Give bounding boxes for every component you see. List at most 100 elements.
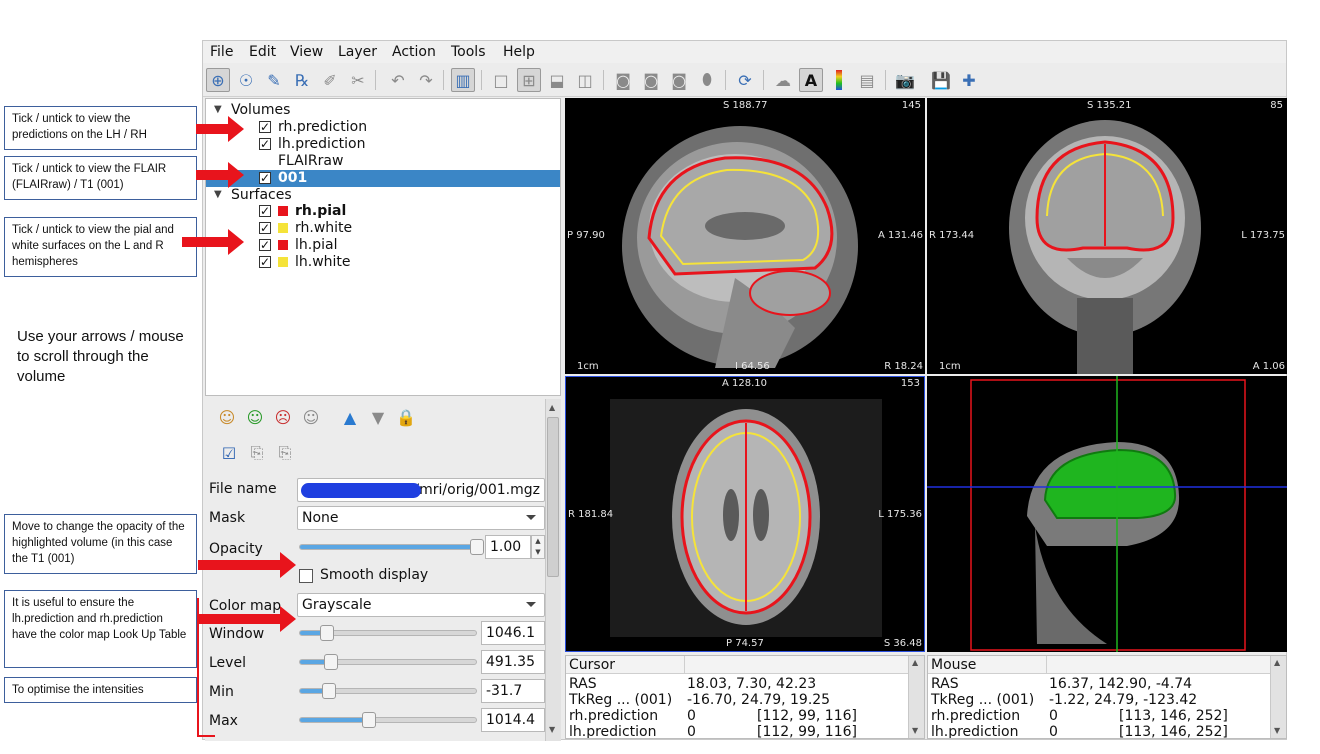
rh-pial-checkbox[interactable]: ✓ xyxy=(259,205,271,217)
level-input[interactable]: 491.35 xyxy=(481,650,545,674)
menu-help[interactable]: Help xyxy=(503,44,535,60)
lh-white-checkbox[interactable]: ✓ xyxy=(259,256,271,268)
mask-label: Mask xyxy=(209,510,246,526)
flairraw-checkbox[interactable] xyxy=(259,155,271,167)
redo-icon[interactable]: ↷ xyxy=(414,68,438,92)
lock-icon[interactable]: 🔒 xyxy=(394,405,418,429)
menu-action[interactable]: Action xyxy=(392,44,436,60)
goto-point-icon[interactable]: ✚ xyxy=(957,68,981,92)
menu-edit[interactable]: Edit xyxy=(249,44,276,60)
layout-2x2-icon[interactable]: ⊞ xyxy=(517,68,541,92)
tree-item-lh-prediction[interactable]: ✓ lh.prediction xyxy=(206,136,560,153)
window-slider-handle[interactable] xyxy=(320,625,334,641)
max-input[interactable]: 1014.4 xyxy=(481,708,545,732)
tree-item-lh-white[interactable]: ✓ lh.white xyxy=(206,254,560,271)
properties-scrollbar[interactable]: ▲ ▼ xyxy=(545,399,561,741)
tree-item-lh-pial[interactable]: ✓ lh.pial xyxy=(206,237,560,254)
menu-file[interactable]: File xyxy=(210,44,233,60)
save-volume-icon[interactable]: ☺ xyxy=(299,405,323,429)
mask-select[interactable]: None xyxy=(297,506,545,530)
contour-tool-icon[interactable]: ✂ xyxy=(346,68,370,92)
move-down-icon[interactable]: ▼ xyxy=(366,405,390,429)
point-set-edit-icon[interactable]: ✐ xyxy=(318,68,342,92)
annotation-opacity: Move to change the opacity of the highli… xyxy=(4,514,197,574)
copy-setting-icon[interactable]: ☑ xyxy=(217,441,241,465)
opacity-input[interactable]: 1.00 xyxy=(485,535,531,559)
menu-view[interactable]: View xyxy=(290,44,323,60)
3d-view-icon[interactable]: ⬮ xyxy=(695,68,719,92)
load-volume-icon[interactable]: ☺ xyxy=(215,405,239,429)
color-swatch xyxy=(278,223,288,233)
red-arrow-icon xyxy=(196,116,244,142)
tree-group-surfaces[interactable]: ▼ Surfaces xyxy=(206,187,560,204)
menu-tools[interactable]: Tools xyxy=(451,44,486,60)
cursor-info-scrollbar[interactable]: ▲ ▼ xyxy=(908,656,924,738)
brain-icon[interactable]: ☁ xyxy=(771,68,795,92)
axial-view[interactable]: A 128.10 153 R 181.84 L 175.36 P 74.57 S… xyxy=(565,376,925,652)
tree-item-rh-white[interactable]: ✓ rh.white xyxy=(206,220,560,237)
color-map-select[interactable]: Grayscale xyxy=(297,593,545,617)
file-name-field[interactable]: /mri/orig/001.mgz xyxy=(297,478,545,502)
file-name-label: File name xyxy=(209,481,277,497)
tree-item-001[interactable]: ✓ 001 xyxy=(206,170,560,187)
min-label: Min xyxy=(209,684,234,700)
view-label-top: A 128.10 xyxy=(722,378,768,389)
move-up-icon[interactable]: ▲ xyxy=(338,405,362,429)
level-slider[interactable] xyxy=(299,654,477,670)
layout-1-3-icon[interactable]: ⬓ xyxy=(545,68,569,92)
recon-edit-icon[interactable]: ✎ xyxy=(262,68,286,92)
rh-white-checkbox[interactable]: ✓ xyxy=(259,222,271,234)
new-volume-icon[interactable]: ☺ xyxy=(243,405,267,429)
rh-prediction-checkbox[interactable]: ✓ xyxy=(259,121,271,133)
close-volume-icon[interactable]: ☹ xyxy=(271,405,295,429)
annotation-icon[interactable]: A xyxy=(799,68,823,92)
axial-slice-image xyxy=(610,399,882,637)
3d-view[interactable] xyxy=(927,376,1287,652)
layout-1-3-vertical-icon[interactable]: ◫ xyxy=(573,68,597,92)
histogram-icon[interactable]: ▤ xyxy=(855,68,879,92)
tree-group-volumes[interactable]: ▼ Volumes xyxy=(206,102,560,119)
paste-setting-icon[interactable]: ⎘ xyxy=(245,441,269,465)
min-slider[interactable] xyxy=(299,683,477,699)
mouse-info-scrollbar[interactable]: ▲ ▼ xyxy=(1270,656,1286,738)
tree-item-flairraw[interactable]: FLAIRraw xyxy=(206,153,560,170)
voxel-edit-icon[interactable]: ☉ xyxy=(234,68,258,92)
max-slider[interactable] xyxy=(299,712,477,728)
min-input[interactable]: -31.7 xyxy=(481,679,545,703)
smooth-display-checkbox[interactable] xyxy=(299,569,313,583)
undo-icon[interactable]: ↶ xyxy=(386,68,410,92)
coronal-view-icon[interactable]: ◙ xyxy=(639,68,663,92)
save-point-icon[interactable]: 💾 xyxy=(929,68,953,92)
sagittal-view-icon[interactable]: ◙ xyxy=(611,68,635,92)
opacity-spinner[interactable]: ▲ ▼ xyxy=(531,535,545,559)
window-input[interactable]: 1046.1 xyxy=(481,621,545,645)
layout-1x1-icon[interactable]: □ xyxy=(489,68,513,92)
max-slider-handle[interactable] xyxy=(362,712,376,728)
lh-prediction-checkbox[interactable]: ✓ xyxy=(259,138,271,150)
menu-layer[interactable]: Layer xyxy=(338,44,377,60)
freeview-window: File Edit View Layer Action Tools Help ⊕… xyxy=(202,40,1287,741)
opacity-slider[interactable] xyxy=(299,539,484,555)
sagittal-view[interactable]: S 188.77 145 P 97.90 A 131.46 1cm I 64.5… xyxy=(565,98,925,374)
opacity-slider-handle[interactable] xyxy=(470,539,484,555)
coronal-view[interactable]: S 135.21 85 R 173.44 L 173.75 1cm A 1.06 xyxy=(927,98,1287,374)
view-label-bottom: I 64.56 xyxy=(735,361,770,372)
navigate-tool-icon[interactable]: ⊕ xyxy=(206,68,230,92)
toggle-panel-icon[interactable]: ▥ xyxy=(451,68,475,92)
axial-view-icon[interactable]: ◙ xyxy=(667,68,691,92)
colorbar-icon[interactable] xyxy=(827,68,851,92)
reset-view-icon[interactable]: ⟳ xyxy=(733,68,757,92)
lh-pial-checkbox[interactable]: ✓ xyxy=(259,239,271,251)
paste-all-icon[interactable]: ⎘ xyxy=(273,441,297,465)
tree-item-rh-prediction[interactable]: ✓ rh.prediction xyxy=(206,119,560,136)
roi-edit-icon[interactable]: ℞ xyxy=(290,68,314,92)
level-slider-handle[interactable] xyxy=(324,654,338,670)
tree-item-rh-pial[interactable]: ✓ rh.pial xyxy=(206,203,560,220)
collapse-caret-icon[interactable]: ▼ xyxy=(214,189,222,200)
scale-bar: 1cm xyxy=(577,361,599,372)
min-slider-handle[interactable] xyxy=(322,683,336,699)
window-slider[interactable] xyxy=(299,625,477,641)
screenshot-icon[interactable]: 📷 xyxy=(893,68,917,92)
mouse-info-panel: Mouse RAS 16.37, 142.90, -4.74 TkReg ...… xyxy=(927,655,1287,739)
001-checkbox[interactable]: ✓ xyxy=(259,172,271,184)
